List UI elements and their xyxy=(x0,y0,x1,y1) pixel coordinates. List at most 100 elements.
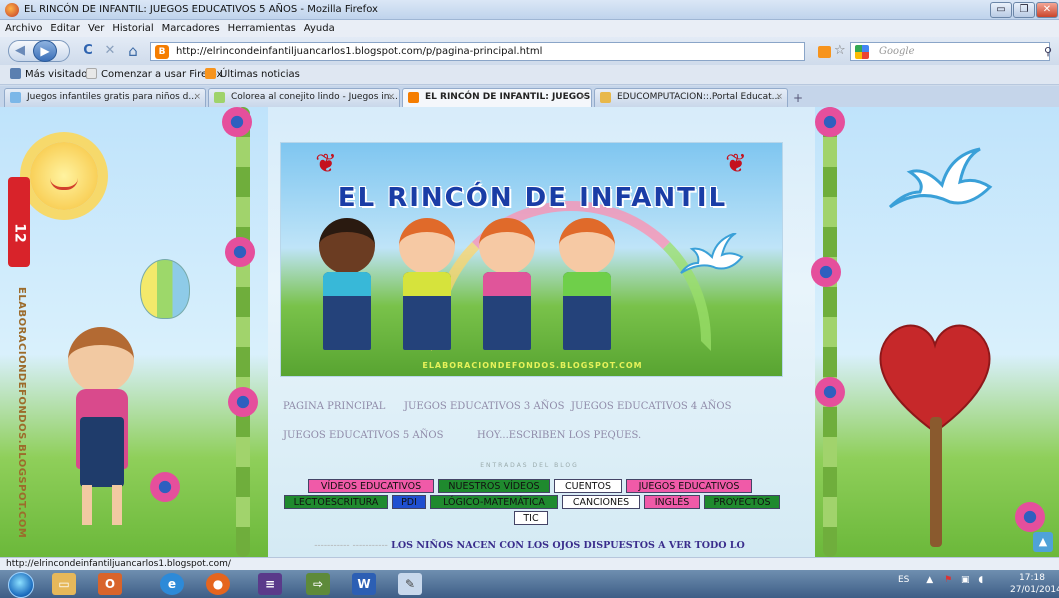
tab-el-rincon-infantil[interactable]: EL RINCÓN DE INFANTIL: JUEGOS... × xyxy=(402,88,592,107)
child-shirt xyxy=(483,272,531,296)
url-text[interactable]: http://elrincondeinfantiljuancarlos1.blo… xyxy=(176,46,542,57)
small-dove-icon xyxy=(680,233,744,274)
menu-herramientas[interactable]: Herramientas xyxy=(223,20,299,34)
back-button[interactable]: ◀ xyxy=(15,41,25,61)
nav-link-juegos-5-anos[interactable]: JUEGOS EDUCATIVOS 5 AÑOS xyxy=(283,430,443,441)
label-pdi[interactable]: PDI xyxy=(392,495,426,509)
child-head xyxy=(479,218,535,274)
menu-editar[interactable]: Editar xyxy=(45,20,83,34)
tab-juegos-infantiles[interactable]: Juegos infantiles gratis para niños d...… xyxy=(4,88,206,107)
archive-app-icon[interactable]: ≡ xyxy=(258,573,282,595)
label-canciones[interactable]: CANCIONES xyxy=(562,495,640,509)
bookmark-label: Más visitados xyxy=(25,69,93,80)
firefox-taskbar-icon[interactable]: ● xyxy=(206,573,230,595)
label-juegos-educativos[interactable]: JUEGOS EDUCATIVOS xyxy=(626,479,752,493)
flower-decoration xyxy=(228,387,258,417)
home-button[interactable]: ⌂ xyxy=(124,41,142,61)
bookmark-label: Últimas noticias xyxy=(220,69,300,80)
nav-link-juegos-3-anos[interactable]: JUEGOS EDUCATIVOS 3 AÑOS xyxy=(404,401,564,412)
forward-button[interactable]: ▶ xyxy=(33,40,57,62)
child-head xyxy=(319,218,375,274)
label-logico-matematica[interactable]: LÓGICO-MATEMÁTICA xyxy=(430,495,558,509)
blogger-favicon-icon xyxy=(408,92,419,103)
network-warning-icon[interactable]: ⚑ xyxy=(944,575,952,585)
close-tab-icon[interactable]: × xyxy=(775,92,783,102)
tab-favicon-icon xyxy=(600,92,611,103)
menu-ayuda[interactable]: Ayuda xyxy=(299,20,338,34)
blog-header-banner[interactable]: ❦ ❦ EL RINCÓN DE INFANTIL ELABORACIONDEF… xyxy=(280,142,783,377)
blog-title[interactable]: EL RINCÓN DE INFANTIL xyxy=(281,183,782,213)
flower-decoration xyxy=(222,107,252,137)
rss-feed-icon[interactable] xyxy=(818,46,831,58)
heart-ornament-icon: ❦ xyxy=(315,149,337,179)
paint-icon[interactable]: ✎ xyxy=(398,573,422,595)
left-background-art xyxy=(0,107,270,557)
vine-decoration xyxy=(236,107,250,557)
label-cuentos[interactable]: CUENTOS xyxy=(554,479,622,493)
child-illustration xyxy=(551,218,623,353)
vine-decoration xyxy=(823,107,837,557)
start-button[interactable] xyxy=(8,572,34,598)
nav-link-escriben-peques[interactable]: HOY...ESCRIBEN LOS PEQUES. xyxy=(477,430,641,441)
close-tab-icon[interactable]: × xyxy=(579,92,587,102)
label-proyectos[interactable]: PROYECTOS xyxy=(704,495,780,509)
tab-favicon-icon xyxy=(214,92,225,103)
internet-explorer-icon[interactable]: e xyxy=(160,573,184,595)
banner-watermark: ELABORACIONDEFONDOS.BLOGSPOT.COM xyxy=(422,361,643,370)
close-window-button[interactable]: ✕ xyxy=(1036,2,1058,18)
menu-archivo[interactable]: Archivo xyxy=(0,20,45,34)
window-title: EL RINCÓN DE INFANTIL: JUEGOS EDUCATIVOS… xyxy=(24,4,378,15)
tab-educomputacion[interactable]: EDUCOMPUTACION::.Portal Educat... × xyxy=(594,88,788,107)
bookmark-star-icon[interactable]: ☆ xyxy=(834,43,846,58)
url-bar[interactable]: B http://elrincondeinfantiljuancarlos1.b… xyxy=(150,42,805,61)
close-tab-icon[interactable]: × xyxy=(193,92,201,102)
new-tab-button[interactable]: + xyxy=(793,91,803,105)
label-tic[interactable]: TIC xyxy=(514,511,548,525)
bookmark-comenzar-firefox[interactable]: Comenzar a usar Firefox xyxy=(86,68,222,80)
system-clock[interactable]: 17:18 27/01/2014 xyxy=(1010,572,1059,596)
back-forward-group: ◀ ▶ xyxy=(8,40,70,62)
nav-link-pagina-principal[interactable]: PAGINA PRINCIPAL xyxy=(283,401,385,412)
bookmark-mas-visitados[interactable]: Más visitados xyxy=(10,68,93,80)
media-app-icon[interactable]: O xyxy=(98,573,122,595)
scroll-to-top-button[interactable]: ▲ xyxy=(1033,532,1053,552)
label-videos-educativos[interactable]: VÍDEOS EDUCATIVOS xyxy=(308,479,434,493)
clock-time: 17:18 xyxy=(1019,573,1045,583)
child-head xyxy=(559,218,615,274)
minimize-button[interactable]: ▭ xyxy=(990,2,1012,18)
menu-ver[interactable]: Ver xyxy=(83,20,107,34)
show-hidden-icons-icon[interactable]: ▲ xyxy=(926,575,933,585)
monitor-icon[interactable]: ▣ xyxy=(961,575,970,585)
explorer-folder-icon[interactable]: ▭ xyxy=(52,573,76,595)
search-placeholder[interactable]: Google xyxy=(879,46,915,57)
menu-historial[interactable]: Historial xyxy=(107,20,156,34)
label-ingles[interactable]: INGLÉS xyxy=(644,495,700,509)
label-lectoescritura[interactable]: LECTOESCRITURA xyxy=(284,495,388,509)
close-tab-icon[interactable]: × xyxy=(387,92,395,102)
girl-illustration xyxy=(58,327,148,537)
volume-icon[interactable]: ◖ xyxy=(978,575,983,585)
bookmark-ultimas-noticias[interactable]: Últimas noticias xyxy=(205,68,300,80)
label-nuestros-videos[interactable]: NUESTROS VÍDEOS xyxy=(438,479,550,493)
balloon-illustration xyxy=(140,259,190,319)
child-head xyxy=(399,218,455,274)
nav-link-juegos-4-anos[interactable]: JUEGOS EDUCATIVOS 4 AÑOS xyxy=(571,401,731,412)
side-counter-badge[interactable]: 12 xyxy=(8,177,30,267)
google-icon[interactable] xyxy=(855,45,869,59)
language-indicator[interactable]: ES xyxy=(898,575,909,585)
maximize-button[interactable]: ❐ xyxy=(1013,2,1035,18)
reload-button[interactable]: C xyxy=(80,41,96,61)
word-icon[interactable]: W xyxy=(352,573,376,595)
tree-trunk xyxy=(930,417,942,547)
flower-decoration xyxy=(811,257,841,287)
badge-number: 12 xyxy=(11,223,28,243)
window-titlebar: EL RINCÓN DE INFANTIL: JUEGOS EDUCATIVOS… xyxy=(0,0,1059,20)
stop-button[interactable]: ✕ xyxy=(102,41,118,61)
heart-ornament-icon: ❦ xyxy=(725,149,747,179)
girl-head xyxy=(68,327,134,393)
search-go-icon[interactable]: ⚲ xyxy=(1044,45,1052,58)
search-box[interactable]: Google xyxy=(850,42,1050,61)
menu-marcadores[interactable]: Marcadores xyxy=(157,20,223,34)
file-transfer-icon[interactable]: ⇨ xyxy=(306,573,330,595)
tab-colorea-conejito[interactable]: Colorea al conejito lindo - Juegos in...… xyxy=(208,88,400,107)
